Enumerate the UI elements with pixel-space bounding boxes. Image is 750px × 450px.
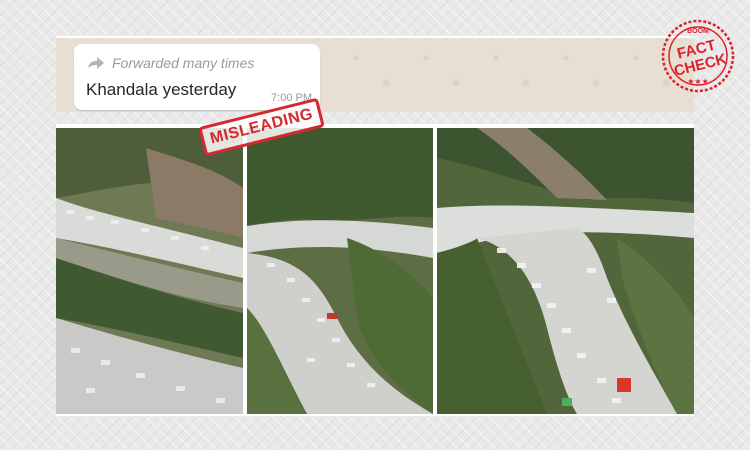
forwarded-label: Forwarded many times — [112, 55, 255, 71]
message-bubble[interactable]: Forwarded many times Khandala yesterday … — [74, 44, 320, 110]
message-text: Khandala yesterday — [86, 80, 237, 99]
seal-stars: ★★★ — [687, 77, 709, 86]
traffic-photo-1 — [56, 128, 243, 414]
seal-top-text: BOOM — [687, 28, 709, 35]
traffic-photo-2 — [247, 128, 433, 414]
forward-arrows-icon — [86, 56, 106, 70]
forwarded-indicator: Forwarded many times — [86, 54, 254, 72]
traffic-photo-3 — [437, 128, 694, 414]
fact-check-seal: BOOM FACT CHECK ★★★ — [660, 18, 736, 94]
